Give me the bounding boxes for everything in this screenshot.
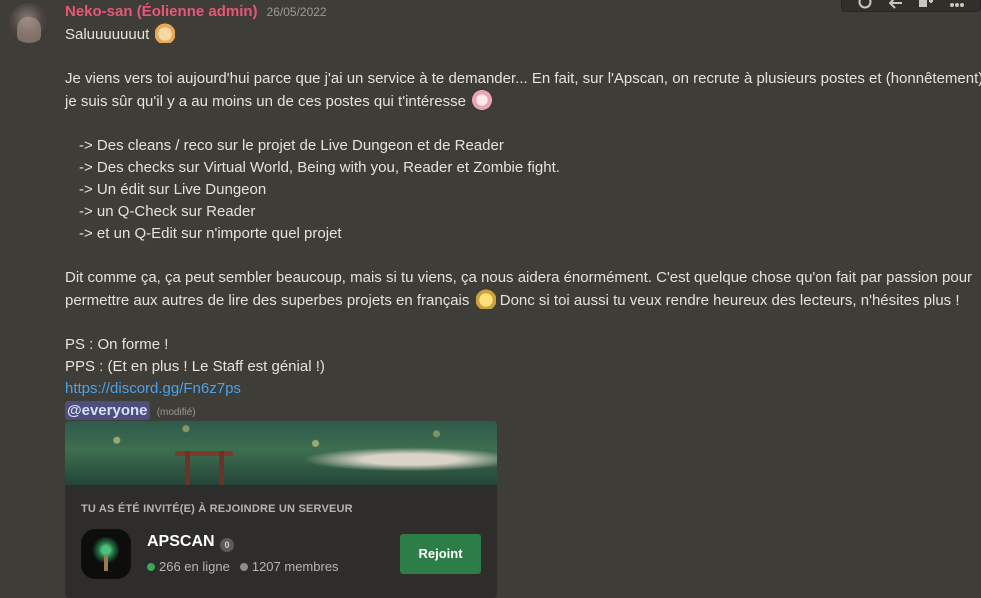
user-avatar[interactable] (9, 3, 49, 43)
join-button[interactable]: Rejoint (400, 534, 481, 574)
para2-line2: permettre aux autres de lire des superbe… (65, 289, 975, 312)
message-header: Neko-san (Éolienne admin) 26/05/2022 (65, 3, 975, 21)
greeting-text: Saluuuuuuut (65, 26, 150, 43)
anime-emoji-icon (472, 90, 493, 110)
para2-line1: Dit comme ça, ça peut sembler beaucoup, … (65, 269, 973, 286)
server-icon[interactable] (81, 529, 131, 579)
timestamp: 26/05/2022 (266, 5, 327, 19)
recruit-list: -> Des cleans / reco sur le projet de Li… (65, 135, 975, 245)
message-content: Neko-san (Éolienne admin) 26/05/2022 Sal… (65, 3, 981, 424)
para1-line2: je suis sûr qu'il y a au moins un de ces… (65, 90, 975, 113)
cat-emoji-icon (155, 23, 176, 43)
list-item: -> un Q-Check sur Reader (79, 203, 256, 220)
greeting-line: Saluuuuuuut (65, 23, 975, 46)
username[interactable]: Neko-san (Éolienne admin) (65, 3, 258, 20)
list-item: -> Des checks sur Virtual World, Being w… (79, 159, 560, 176)
para1-line1: Je viens vers toi aujourd'hui parce que … (65, 70, 981, 87)
para2-line2b: Donc si toi aussi tu veux rendre heureux… (499, 292, 960, 309)
invite-link[interactable]: https://discord.gg/Fn6z7ps (65, 380, 241, 397)
invite-link-line: https://discord.gg/Fn6z7ps (65, 378, 975, 400)
server-badge: 0 (220, 538, 234, 552)
invite-banner-image (65, 421, 497, 485)
everyone-mention[interactable]: @everyone (65, 401, 150, 420)
server-invite-card: TU AS ÉTÉ INVITÉ(E) À REJOINDRE UN SERVE… (65, 421, 497, 598)
list-item: -> Un édit sur Live Dungeon (79, 181, 267, 198)
pps-line: PPS : (Et en plus ! Le Staff est génial … (65, 358, 325, 375)
torii-gate-decoration (175, 445, 233, 485)
para1-line2-text: je suis sûr qu'il y a au moins un de ces… (65, 93, 466, 110)
ps-line: PS : On forme ! (65, 336, 169, 353)
members-dot-icon (239, 562, 248, 571)
list-item: -> et un Q-Edit sur n'importe quel proje… (79, 225, 342, 242)
yellow-emoji-icon (475, 289, 496, 309)
edited-label: (modifié) (156, 407, 196, 418)
online-count: 266 en ligne (159, 559, 230, 574)
members-count: 1207 membres (251, 559, 339, 574)
invite-title: TU AS ÉTÉ INVITÉ(E) À REJOINDRE UN SERVE… (81, 503, 353, 515)
online-dot-icon (147, 562, 155, 571)
server-stats: 266 en ligne 1207 membres (147, 559, 339, 574)
server-name[interactable]: APSCAN (147, 533, 215, 551)
list-item: -> Des cleans / reco sur le projet de Li… (79, 137, 504, 154)
para2-line2a: permettre aux autres de lire des superbe… (65, 292, 470, 309)
